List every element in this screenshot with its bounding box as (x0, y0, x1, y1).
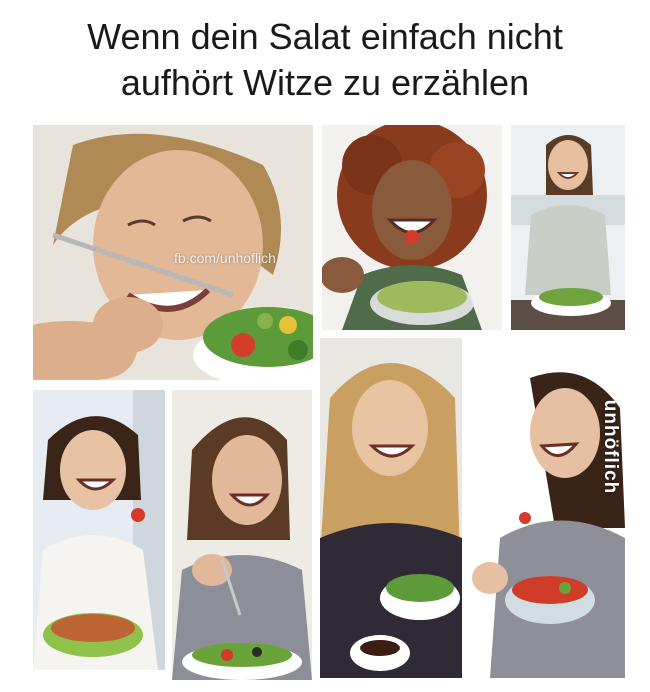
caption-line-1: Wenn dein Salat einfach nicht (87, 16, 563, 57)
photo-6-illustration (320, 338, 462, 678)
photo-7-illustration (470, 338, 625, 678)
watermark-logo: unhöflich (590, 392, 630, 502)
photo-4-illustration (33, 390, 165, 670)
photo-5-illustration (172, 390, 312, 680)
watermark-logo-text: unhöflich (600, 399, 622, 495)
photo-2-illustration (322, 125, 502, 330)
photo-3-illustration (511, 125, 625, 330)
watermark-url: fb.com/unhoflich (174, 250, 276, 266)
caption: Wenn dein Salat einfach nicht aufhört Wi… (0, 14, 650, 106)
photo-woman-laughing-7 (470, 338, 625, 678)
photo-woman-laughing-4 (33, 390, 165, 670)
photo-woman-laughing-5 (172, 390, 312, 680)
photo-woman-laughing-3 (511, 125, 625, 330)
photo-woman-laughing-6 (320, 338, 462, 678)
caption-line-2: aufhört Witze zu erzählen (120, 62, 530, 103)
photo-woman-laughing-2 (322, 125, 502, 330)
